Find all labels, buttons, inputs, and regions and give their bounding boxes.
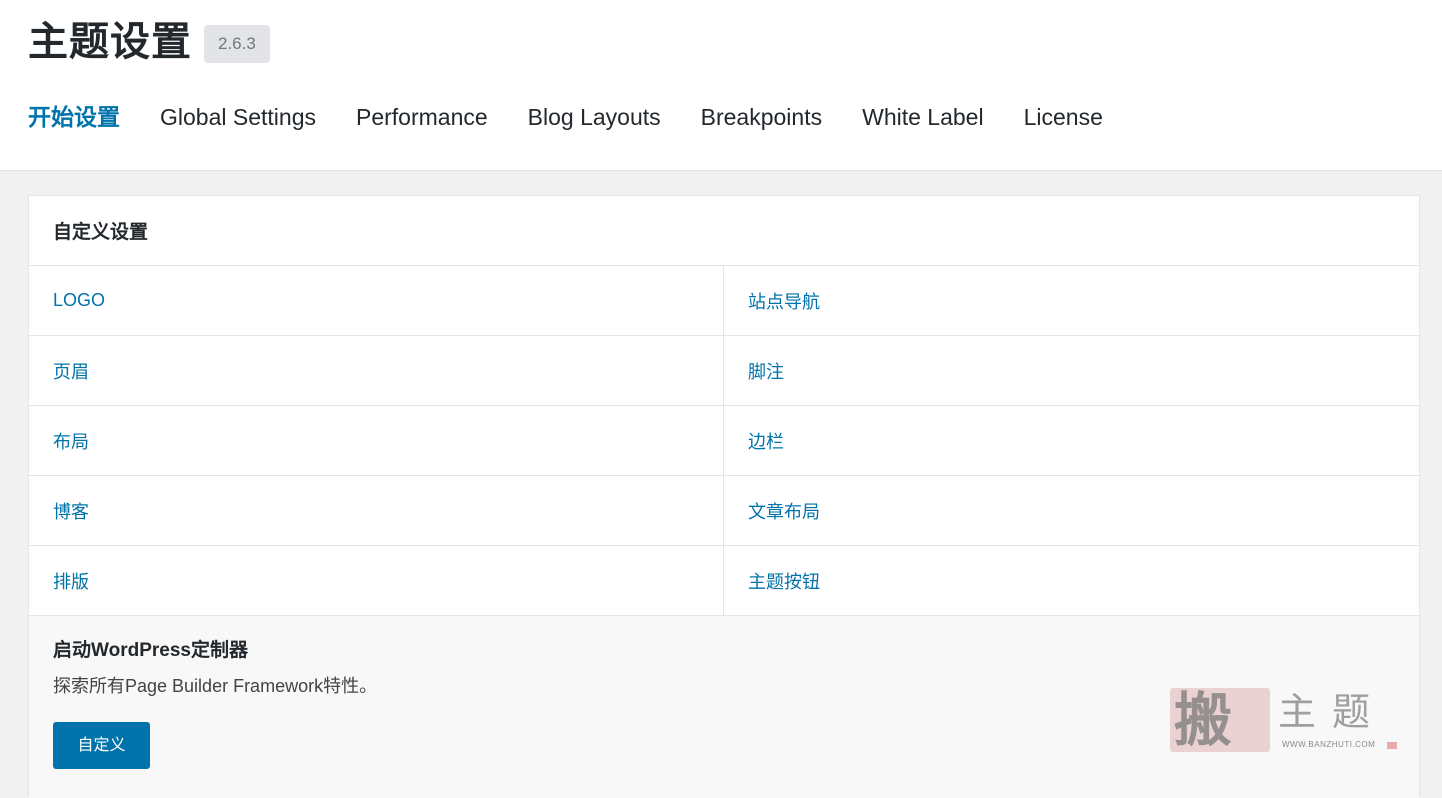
- link-site-navigation[interactable]: 站点导航: [724, 266, 1419, 336]
- watermark-text: 主题: [1278, 690, 1387, 734]
- tab-getting-started[interactable]: 开始设置: [28, 97, 120, 137]
- link-sidebar[interactable]: 边栏: [724, 406, 1419, 476]
- tab-global-settings[interactable]: Global Settings: [160, 97, 316, 137]
- panel-title: 自定义设置: [29, 196, 1419, 266]
- tab-license[interactable]: License: [1024, 97, 1103, 137]
- link-header[interactable]: 页眉: [29, 336, 724, 406]
- link-blog[interactable]: 博客: [29, 476, 724, 546]
- link-logo[interactable]: LOGO: [29, 266, 724, 336]
- settings-links-grid: LOGO 站点导航 页眉 脚注 布局 边栏 博客 文章布局 排版 主题按钮: [29, 266, 1419, 616]
- page-header: 主题设置 2.6.3 开始设置 Global Settings Performa…: [0, 0, 1442, 171]
- customizer-launch-title: 启动WordPress定制器: [53, 640, 248, 661]
- watermark-logo: 搬 主题 WWW.BANZHUTI.COM: [1170, 688, 1400, 756]
- link-post-layout[interactable]: 文章布局: [724, 476, 1419, 546]
- version-badge: 2.6.3: [204, 25, 270, 63]
- watermark-dot: [1387, 742, 1397, 749]
- link-typography[interactable]: 排版: [29, 546, 724, 616]
- tab-white-label[interactable]: White Label: [862, 97, 983, 137]
- watermark-url: WWW.BANZHUTI.COM: [1282, 740, 1376, 749]
- tab-blog-layouts[interactable]: Blog Layouts: [528, 97, 661, 137]
- customize-button[interactable]: 自定义: [53, 722, 150, 769]
- link-layout[interactable]: 布局: [29, 406, 724, 476]
- tab-performance[interactable]: Performance: [356, 97, 488, 137]
- page-title: 主题设置: [28, 20, 192, 64]
- link-theme-buttons[interactable]: 主题按钮: [724, 546, 1419, 616]
- title-row: 主题设置 2.6.3: [28, 14, 270, 70]
- settings-tabs: 开始设置 Global Settings Performance Blog La…: [28, 97, 1143, 137]
- tab-breakpoints[interactable]: Breakpoints: [701, 97, 822, 137]
- watermark-seal: 搬: [1170, 688, 1270, 752]
- watermark-seal-char: 搬: [1174, 686, 1233, 754]
- link-footer[interactable]: 脚注: [724, 336, 1419, 406]
